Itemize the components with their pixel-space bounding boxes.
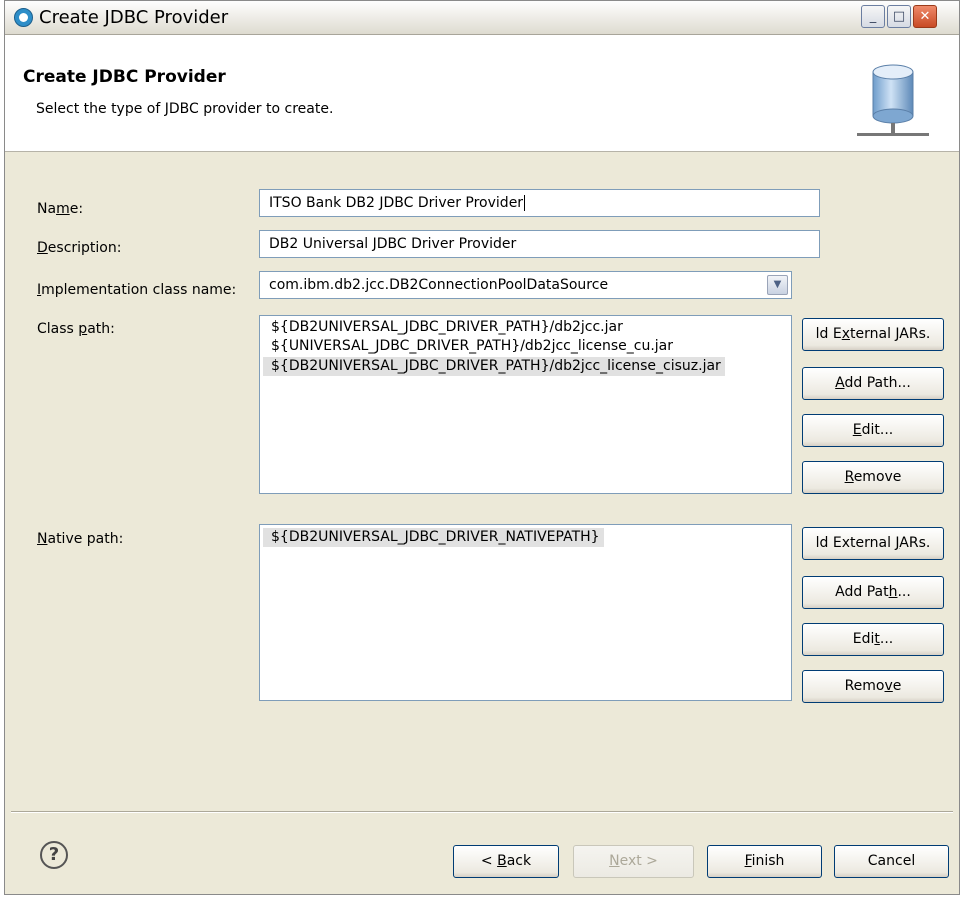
header-title: Create JDBC Provider [23,67,226,87]
class-path-item[interactable]: ${UNIVERSAL_JDBC_DRIVER_PATH}/db2jcc_lic… [263,337,791,356]
native-add-path-button[interactable]: Add Path... [802,576,944,609]
name-label: Name: [37,201,84,217]
text-caret [524,195,526,211]
implementation-class-label: Implementation class name: [37,282,237,298]
footer-separator [11,811,953,813]
header-description: Select the type of JDBC provider to crea… [36,101,334,117]
classpath-add-path-button[interactable]: Add Path... [802,367,944,400]
classpath-edit-button[interactable]: Edit... [802,414,944,447]
classpath-remove-button[interactable]: Remove [802,461,944,494]
native-add-external-jars-button[interactable]: ld External JARs. [802,527,944,560]
classpath-add-external-jars-button[interactable]: ld External JARs. [802,318,944,351]
minimize-button[interactable]: _ [861,5,885,28]
help-icon[interactable]: ? [40,841,68,869]
wizard-header: Create JDBC Provider Select the type of … [5,35,959,152]
title-bar[interactable]: Create JDBC Provider _ □ ✕ [5,1,959,35]
app-icon [14,8,33,27]
cancel-button[interactable]: Cancel [834,845,949,878]
database-icon [857,64,929,136]
native-path-list[interactable]: ${DB2UNIVERSAL_JDBC_DRIVER_NATIVEPATH} [259,524,792,701]
native-remove-button[interactable]: Remove [802,670,944,703]
native-edit-button[interactable]: Edit... [802,623,944,656]
implementation-class-combo[interactable]: com.ibm.db2.jcc.DB2ConnectionPoolDataSou… [259,271,792,299]
create-jdbc-provider-dialog: Create JDBC Provider _ □ ✕ Create JDBC P… [4,0,960,895]
native-path-item-selected[interactable]: ${DB2UNIVERSAL_JDBC_DRIVER_NATIVEPATH} [263,528,604,547]
class-path-label: Class path: [37,321,115,337]
native-path-label: Native path: [37,531,124,547]
description-label: Description: [37,240,122,256]
next-button[interactable]: Next > [573,845,694,878]
window-title: Create JDBC Provider [39,7,229,28]
back-button[interactable]: < Back [453,845,559,878]
chevron-down-icon[interactable]: ▼ [767,275,788,295]
description-field[interactable]: DB2 Universal JDBC Driver Provider [259,230,820,258]
close-button[interactable]: ✕ [913,5,937,28]
class-path-item-selected[interactable]: ${DB2UNIVERSAL_JDBC_DRIVER_PATH}/db2jcc_… [263,357,725,376]
class-path-item[interactable]: ${DB2UNIVERSAL_JDBC_DRIVER_PATH}/db2jcc.… [263,318,791,337]
name-field[interactable]: ITSO Bank DB2 JDBC Driver Provider [259,189,820,217]
maximize-button[interactable]: □ [887,5,911,28]
class-path-list[interactable]: ${DB2UNIVERSAL_JDBC_DRIVER_PATH}/db2jcc.… [259,315,792,494]
finish-button[interactable]: Finish [707,845,822,878]
